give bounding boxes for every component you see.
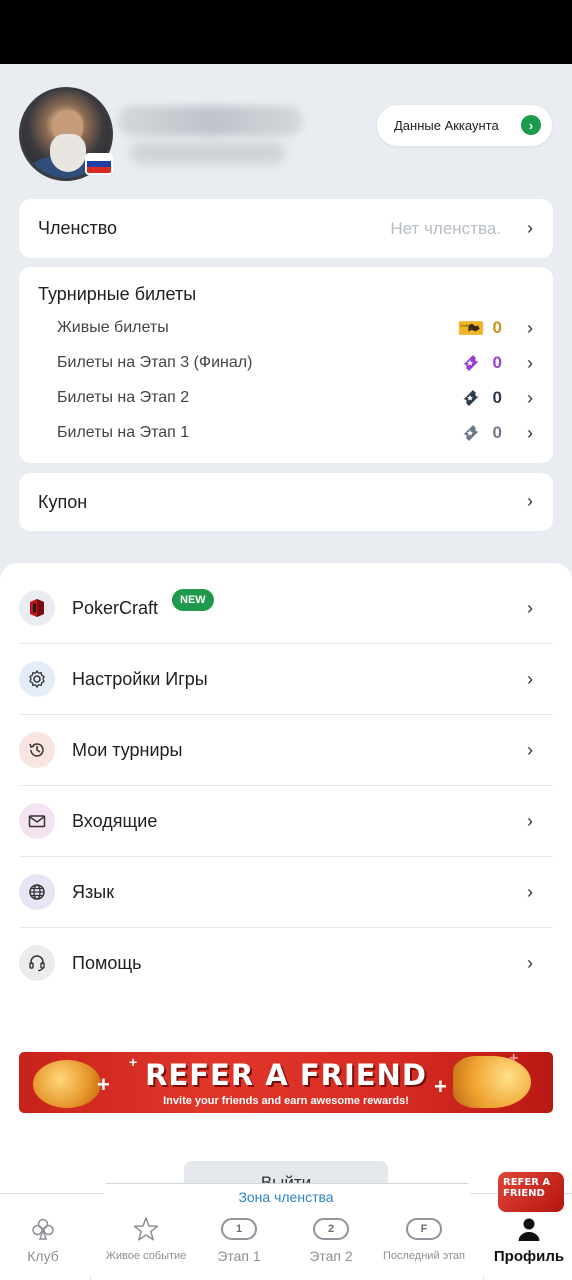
nav-profile[interactable]: Профиль [490, 1214, 568, 1265]
nav-label: Этап 2 [309, 1248, 353, 1264]
membership-value: Нет членства. [390, 219, 501, 238]
nav-label: Профиль [493, 1248, 565, 1265]
coupon-title: Купон [38, 492, 88, 512]
pokercraft-icon [19, 590, 55, 626]
arrow-right-icon: › [521, 115, 541, 135]
banner-subtitle: Invite your friends and earn awesome rew… [163, 1095, 409, 1107]
menu-item-label: Помощь [72, 953, 142, 973]
new-badge: NEW [172, 589, 214, 611]
menu-item-label: Входящие [72, 811, 158, 831]
account-details-label: Данные Аккаунта [394, 118, 499, 133]
chevron-right-icon: › [527, 423, 533, 443]
ticket-label: Билеты на Этап 1 [57, 424, 190, 441]
membership-card[interactable]: Членство Нет членства. › [19, 199, 553, 258]
menu-item-help[interactable]: Помощь › [19, 928, 553, 999]
nav-live-event[interactable]: Живое событие [98, 1214, 194, 1264]
stage3-ticket-icon [458, 352, 484, 374]
refer-a-friend-badge[interactable]: REFER A FRIEND [498, 1172, 564, 1212]
globe-icon [19, 874, 55, 910]
ticket-row-stage3[interactable]: Билеты на Этап 3 (Финал) 0 › [57, 351, 553, 377]
menu-item-label: Настройки Игры [72, 669, 208, 689]
chevron-right-icon: › [527, 491, 533, 511]
headset-icon [19, 945, 55, 981]
menu-item-game-settings[interactable]: Настройки Игры › [19, 644, 553, 715]
stage-1-icon: 1 [221, 1218, 257, 1240]
final-stage-icon: F [406, 1218, 442, 1240]
live-ticket-icon: LIVE [458, 317, 484, 339]
svg-text:LIVE: LIVE [461, 324, 469, 328]
chevron-right-icon: › [527, 811, 533, 831]
nav-label: Клуб [27, 1248, 59, 1264]
chevron-right-icon: › [527, 882, 533, 902]
menu-item-label: PokerCraft [72, 598, 159, 618]
history-icon [19, 732, 55, 768]
tickets-title: Турнирные билеты [38, 284, 197, 304]
stage2-ticket-icon [458, 387, 484, 409]
stage1-ticket-icon [458, 422, 484, 444]
menu-item-label: Язык [72, 882, 115, 902]
russia-flag-icon [85, 153, 113, 175]
club-icon [10, 1214, 76, 1244]
chevron-right-icon: › [527, 218, 533, 238]
nav-stage-1[interactable]: 1 Этап 1 [206, 1214, 272, 1264]
stage-2-icon: 2 [313, 1218, 349, 1240]
menu-item-inbox[interactable]: Входящие › [19, 786, 553, 857]
ticket-count: 0 [492, 423, 502, 442]
tournament-tickets-card: Турнирные билеты Живые билеты LIVE 0 › Б… [19, 267, 553, 463]
refer-a-friend-banner[interactable]: + + + + REFER A FRIEND Invite your frien… [19, 1052, 553, 1113]
nav-label: Последний этап [382, 1250, 466, 1262]
ticket-label: Живые билеты [57, 319, 169, 336]
nav-club[interactable]: Клуб [10, 1214, 76, 1264]
coupon-card[interactable]: Купон › [19, 473, 553, 531]
menu-item-pokercraft[interactable]: PokerCraft NEW › [19, 573, 553, 644]
nav-final-stage[interactable]: F Последний этап [376, 1214, 472, 1264]
chevron-right-icon: › [527, 598, 533, 618]
ticket-count: 0 [492, 318, 502, 337]
mail-icon [19, 803, 55, 839]
gear-icon [19, 661, 55, 697]
ticket-count: 0 [492, 353, 502, 372]
menu-item-my-tournaments[interactable]: Мои турниры › [19, 715, 553, 786]
ticket-row-stage2[interactable]: Билеты на Этап 2 0 › [57, 386, 553, 412]
status-bar [0, 0, 572, 64]
chevron-right-icon: › [527, 318, 533, 338]
ticket-label: Билеты на Этап 3 (Финал) [57, 354, 253, 371]
nav-label: Живое событие [105, 1250, 187, 1262]
membership-zone-label: Зона членства [238, 1189, 334, 1205]
membership-title: Членство [38, 218, 118, 238]
profile-header: Данные Аккаунта › [0, 64, 572, 194]
chevron-right-icon: › [527, 353, 533, 373]
chevron-right-icon: › [527, 669, 533, 689]
nav-label: Этап 1 [217, 1248, 261, 1264]
ticket-label: Билеты на Этап 2 [57, 389, 190, 406]
chevron-right-icon: › [527, 740, 533, 760]
chevron-right-icon: › [527, 953, 533, 973]
ticket-row-live[interactable]: Живые билеты LIVE 0 › [57, 316, 553, 342]
ticket-row-stage1[interactable]: Билеты на Этап 1 0 › [57, 421, 553, 447]
nav-stage-2[interactable]: 2 Этап 2 [298, 1214, 364, 1264]
menu-item-label: Мои турниры [72, 740, 183, 760]
menu-item-language[interactable]: Язык › [19, 857, 553, 928]
profile-icon [490, 1214, 568, 1244]
ticket-count: 0 [492, 388, 502, 407]
chevron-right-icon: › [527, 388, 533, 408]
username-blurred [118, 106, 303, 136]
star-icon [98, 1214, 194, 1244]
account-details-button[interactable]: Данные Аккаунта › [377, 105, 552, 146]
banner-headline: REFER A FRIEND [145, 1058, 427, 1092]
user-id-blurred [130, 142, 285, 164]
